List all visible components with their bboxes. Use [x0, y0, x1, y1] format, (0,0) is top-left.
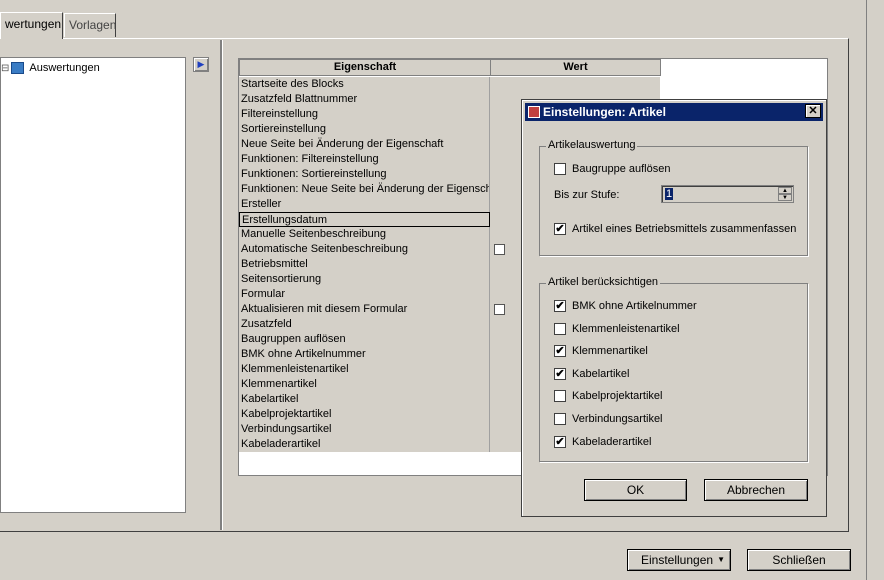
property-name-cell[interactable]: Manuelle Seitenbeschreibung	[239, 227, 490, 242]
checkbox-zusammenfassen[interactable]: ✔ Artikel eines Betriebsmittels zusammen…	[554, 223, 796, 235]
adjacent-window-edge	[866, 0, 884, 580]
checkbox-box[interactable]: ✔	[554, 300, 566, 312]
property-name-cell[interactable]: Kabelartikel	[239, 392, 490, 407]
checkbox-box[interactable]	[554, 322, 566, 335]
checkbox-baugruppe-aufloesen[interactable]: Baugruppe auflösen	[554, 163, 670, 175]
property-name-cell[interactable]: Startseite des Blocks	[239, 77, 490, 92]
property-name-cell[interactable]: Funktionen: Filtereinstellung	[239, 152, 490, 167]
property-name-cell[interactable]: Klemmenleistenartikel	[239, 362, 490, 377]
property-name-cell[interactable]: Kabelprojektartikel	[239, 407, 490, 422]
property-name-cell[interactable]: BMK ohne Artikelnummer	[239, 347, 490, 362]
expand-panel-button[interactable]: ▶	[193, 57, 209, 72]
group-artikelauswertung: Artikelauswertung Baugruppe auflösen Bis…	[539, 139, 808, 256]
checkbox-item[interactable]: Kabelprojektartikel	[554, 390, 663, 403]
book-icon	[11, 62, 25, 74]
property-name-cell[interactable]: Verbindungsartikel	[239, 422, 490, 437]
checkbox-box[interactable]: ✔	[554, 345, 566, 358]
tab-vorlagen[interactable]: Vorlagen	[64, 13, 116, 37]
tab-auswertungen[interactable]: wertungen	[0, 12, 63, 39]
schliessen-button[interactable]: Schließen	[747, 549, 851, 571]
stufe-spinner[interactable]: 1 ▲ ▼	[661, 185, 794, 203]
group-artikel-beruecksichtigen: Artikel berücksichtigen ✔ BMK ohne Artike…	[539, 276, 808, 462]
property-name-cell[interactable]: Funktionen: Neue Seite bei Änderung der …	[239, 182, 490, 197]
checkbox-box[interactable]	[554, 163, 566, 175]
checkbox-label: BMK ohne Artikelnummer	[572, 300, 697, 312]
ok-button[interactable]: OK	[584, 479, 687, 501]
checkbox-label: Kabelartikel	[572, 367, 630, 380]
tree-view[interactable]: ⊟ Auswertungen	[0, 57, 186, 513]
property-name-cell[interactable]: Kabeladerartikel	[239, 437, 490, 452]
checkbox-box[interactable]	[554, 413, 566, 425]
settings-dialog: Einstellungen: Artikel ✕ Artikelauswertu…	[521, 99, 827, 517]
property-name-cell[interactable]: Betriebsmittel	[239, 257, 490, 272]
property-name-cell[interactable]: Ersteller	[239, 197, 490, 212]
splitter[interactable]	[220, 40, 222, 530]
tree-expander-icon[interactable]: ⊟	[1, 63, 9, 74]
spin-up-icon[interactable]: ▲	[778, 187, 792, 194]
property-name-cell[interactable]: Erstellungsdatum	[239, 212, 490, 227]
value-checkbox[interactable]	[494, 304, 505, 315]
checkbox-label: Verbindungsartikel	[572, 413, 663, 425]
property-name-cell[interactable]: Funktionen: Sortiereinstellung	[239, 167, 490, 182]
property-name-cell[interactable]: Sortiereinstellung	[239, 122, 490, 137]
property-name-cell[interactable]: Aktualisieren mit diesem Formular	[239, 302, 490, 317]
checkbox-box[interactable]: ✔	[554, 367, 566, 380]
stufe-label: Bis zur Stufe:	[554, 189, 620, 201]
column-header-wert[interactable]: Wert	[490, 59, 661, 76]
property-name-cell[interactable]: Zusatzfeld Blattnummer	[239, 92, 490, 107]
property-name-cell[interactable]: Baugruppen auflösen	[239, 332, 490, 347]
checkbox-item[interactable]: ✔ Kabeladerartikel	[554, 435, 652, 448]
value-checkbox[interactable]	[494, 244, 505, 255]
checkbox-item[interactable]: Klemmenleistenartikel	[554, 322, 680, 335]
property-name-cell[interactable]: Filtereinstellung	[239, 107, 490, 122]
checkbox-item[interactable]: ✔ BMK ohne Artikelnummer	[554, 300, 697, 312]
dropdown-icon[interactable]: ▼	[717, 550, 725, 570]
checkbox-label: Kabeladerartikel	[572, 435, 652, 448]
app-icon	[528, 106, 540, 118]
einstellungen-button[interactable]: Einstellungen ▼	[627, 549, 731, 571]
checkbox-box[interactable]: ✔	[554, 435, 566, 448]
property-name-cell[interactable]: Neue Seite bei Änderung der Eigenschaft	[239, 137, 490, 152]
checkbox-box[interactable]	[554, 390, 566, 403]
checkbox-item[interactable]: Verbindungsartikel	[554, 413, 663, 425]
abbrechen-button[interactable]: Abbrechen	[704, 479, 808, 501]
checkbox-item[interactable]: ✔ Kabelartikel	[554, 367, 630, 380]
tree-item-auswertungen[interactable]: ⊟ Auswertungen	[1, 60, 100, 76]
spin-down-icon[interactable]: ▼	[778, 194, 792, 201]
close-icon[interactable]: ✕	[805, 104, 821, 118]
stufe-value[interactable]: 1	[665, 188, 674, 200]
dialog-titlebar[interactable]: Einstellungen: Artikel ✕	[525, 103, 823, 121]
property-name-cell[interactable]: Automatische Seitenbeschreibung	[239, 242, 490, 257]
checkbox-item[interactable]: ✔ Klemmenartikel	[554, 345, 648, 358]
property-value-cell[interactable]	[490, 77, 660, 92]
table-row[interactable]: Startseite des Blocks	[239, 77, 660, 92]
property-name-cell[interactable]: Seitensortierung	[239, 272, 490, 287]
property-name-cell[interactable]: Zusatzfeld	[239, 317, 490, 332]
checkbox-label: Klemmenartikel	[572, 345, 648, 358]
property-name-cell[interactable]: Klemmenartikel	[239, 377, 490, 392]
checkbox-label: Kabelprojektartikel	[572, 390, 663, 403]
checkbox-box[interactable]: ✔	[554, 223, 566, 235]
property-name-cell[interactable]: Formular	[239, 287, 490, 302]
checkbox-label: Klemmenleistenartikel	[572, 322, 680, 335]
column-header-eigenschaft[interactable]: Eigenschaft	[239, 59, 491, 76]
